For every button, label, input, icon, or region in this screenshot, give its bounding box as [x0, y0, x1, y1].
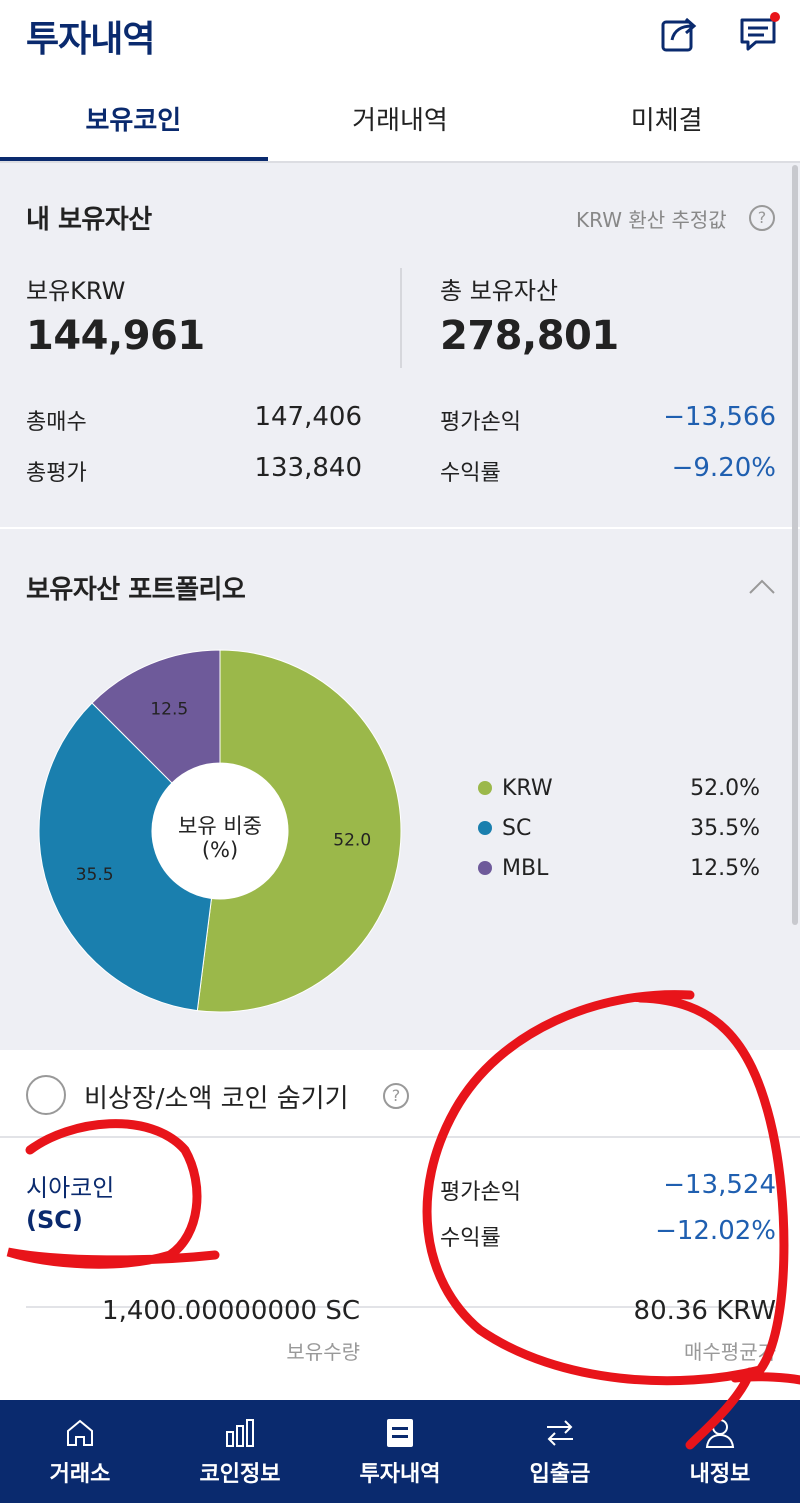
krw-holding-value: 144,961	[26, 313, 205, 359]
holding-quantity-label: 보유수량	[286, 1340, 360, 1364]
nav-label: 내정보	[689, 1462, 751, 1487]
nav-label: 투자내역	[359, 1462, 441, 1487]
user-icon	[705, 1419, 735, 1448]
total-assets-value: 278,801	[440, 313, 619, 359]
legend-name: KRW	[502, 776, 553, 801]
pie-slice-label: 35.5	[76, 865, 114, 885]
assets-title: 내 보유자산	[26, 205, 152, 235]
home-icon	[67, 1419, 93, 1446]
nav-my-info[interactable]: 내정보	[640, 1400, 800, 1503]
pie-slice-label: 52.0	[333, 830, 371, 850]
legend-item-krw: KRW 52.0%	[478, 774, 768, 804]
pie-center-label-line1: 보유 비중	[178, 814, 262, 838]
hide-small-coins-label: 비상장/소액 코인 숨기기	[84, 1084, 349, 1114]
total-buy-value: 147,406	[254, 402, 362, 432]
pie-slice-label: 12.5	[150, 700, 188, 720]
share-icon[interactable]	[656, 10, 702, 56]
coin-code: (SC)	[26, 1206, 83, 1234]
tab-bar: 보유코인 거래내역 미체결	[0, 92, 800, 162]
pie-center-label-line2: (%)	[201, 838, 239, 862]
legend-name: MBL	[502, 856, 549, 881]
legend-value: 52.0%	[690, 776, 760, 801]
coin-row-sc[interactable]: 시아코인 (SC) 평가손익 −13,524 수익률 −12.02% 1,400…	[0, 1138, 800, 1400]
bottom-nav: 거래소 코인정보 투자내역 입출금 내정보	[0, 1400, 800, 1503]
legend-item-sc: SC 35.5%	[478, 814, 768, 844]
help-icon[interactable]: ?	[749, 205, 775, 231]
avg-buy-price-label: 매수평균가	[684, 1340, 776, 1364]
portfolio-section: 보유자산 포트폴리오 52.0 35.5 12.5 보유 비중 (%) KRW 52…	[0, 529, 800, 1050]
total-eval-label: 총평가	[26, 461, 87, 486]
nav-deposit-withdraw[interactable]: 입출금	[480, 1400, 640, 1503]
coin-return-label: 수익률	[440, 1226, 501, 1251]
holdings-list: 비상장/소액 코인 숨기기 ? 시아코인 (SC) 평가손익 −13,524 수…	[0, 1050, 800, 1400]
legend-dot	[478, 861, 492, 875]
total-eval-value: 133,840	[254, 453, 362, 483]
list-icon	[387, 1419, 413, 1447]
legend-value: 12.5%	[690, 856, 760, 881]
scrollbar[interactable]	[792, 165, 798, 925]
tab-history[interactable]: 거래내역	[267, 92, 534, 162]
bar-chart-icon	[226, 1419, 254, 1447]
holding-quantity-value: 1,400.00000000 SC	[102, 1296, 360, 1326]
avg-buy-price-value: 80.36 KRW	[633, 1296, 776, 1326]
hide-small-coins-radio[interactable]	[26, 1075, 66, 1115]
assets-divider	[400, 268, 402, 368]
top-bar: 투자내역 보유코인 거래내역 미체결	[0, 0, 800, 165]
legend-name: SC	[502, 816, 532, 841]
nav-label: 거래소	[49, 1462, 111, 1487]
return-rate-label: 수익률	[440, 461, 501, 486]
page-title: 투자내역	[26, 19, 155, 60]
nav-label: 입출금	[529, 1462, 591, 1487]
nav-label: 코인정보	[199, 1462, 281, 1487]
coin-pnl-label: 평가손익	[440, 1180, 521, 1205]
transfer-icon	[547, 1420, 573, 1446]
nav-investments[interactable]: 투자내역	[320, 1400, 480, 1503]
nav-exchange[interactable]: 거래소	[0, 1400, 160, 1503]
legend-dot	[478, 821, 492, 835]
my-assets-section: 내 보유자산 KRW 환산 추정값 ? 보유KRW 144,961 총 보유자산…	[0, 163, 800, 527]
pnl-label: 평가손익	[440, 410, 521, 435]
tab-holdings[interactable]: 보유코인	[0, 92, 267, 162]
total-assets-label: 총 보유자산	[440, 277, 559, 305]
krw-estimate-note: KRW 환산 추정값	[576, 208, 727, 232]
coin-return-value: −12.02%	[655, 1216, 776, 1246]
total-buy-label: 총매수	[26, 410, 87, 435]
return-rate-value: −9.20%	[671, 453, 776, 483]
coin-name: 시아코인	[26, 1174, 115, 1202]
pnl-value: −13,566	[663, 402, 776, 432]
tab-pending[interactable]: 미체결	[533, 92, 800, 162]
nav-coin-info[interactable]: 코인정보	[160, 1400, 320, 1503]
legend-dot	[478, 781, 492, 795]
message-icon[interactable]	[736, 10, 782, 56]
legend-item-mbl: MBL 12.5%	[478, 854, 768, 884]
coin-pnl-value: −13,524	[663, 1170, 776, 1200]
krw-holding-label: 보유KRW	[26, 277, 126, 305]
legend-value: 35.5%	[690, 816, 760, 841]
help-icon[interactable]: ?	[383, 1083, 409, 1109]
